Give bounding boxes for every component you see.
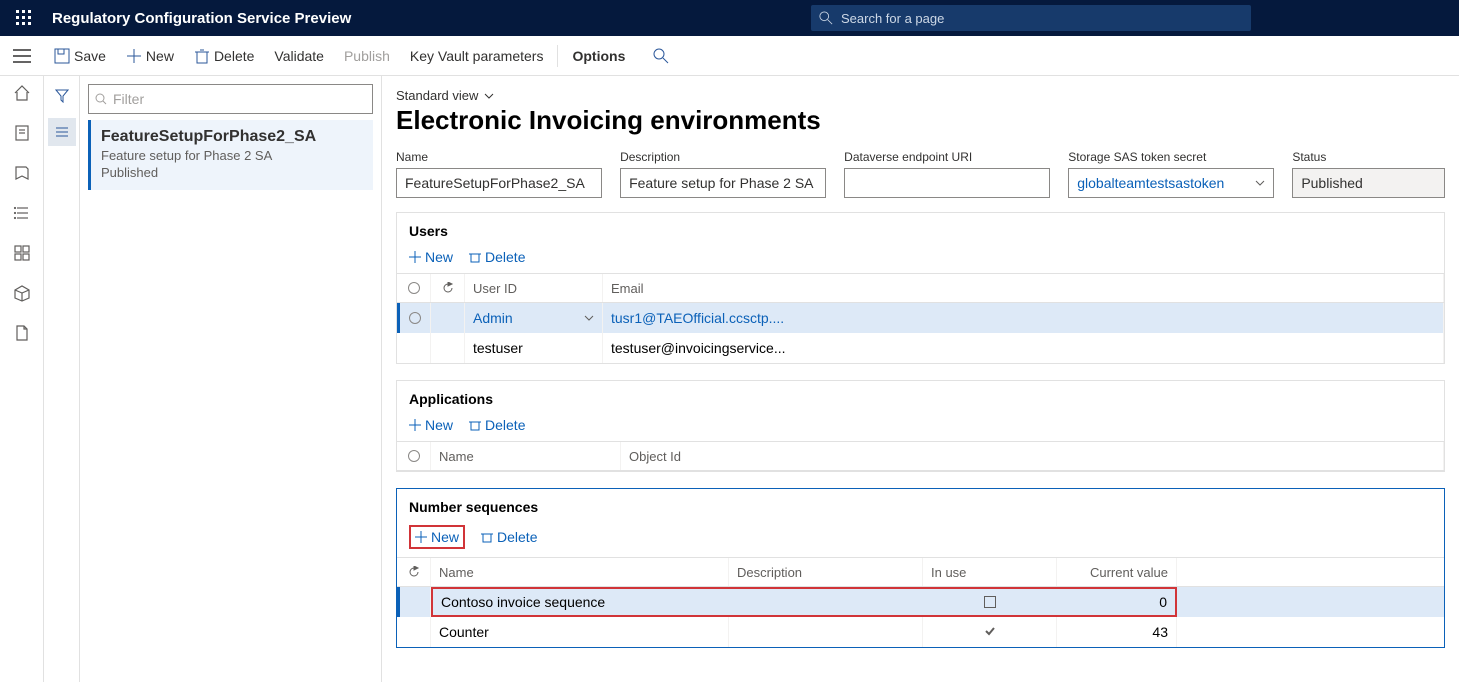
- validate-button[interactable]: Validate: [264, 36, 334, 75]
- users-delete-button[interactable]: Delete: [469, 249, 525, 265]
- status-field: Published: [1292, 168, 1445, 198]
- users-grid-header: User ID Email: [397, 273, 1444, 303]
- table-row[interactable]: Admin tusr1@TAEOfficial.ccsctp....: [397, 303, 1444, 333]
- applications-panel-title: Applications: [397, 381, 1444, 417]
- sub-rail: [44, 76, 80, 682]
- main-content: Standard view Electronic Invoicing envir…: [382, 76, 1459, 682]
- dataverse-label: Dataverse endpoint URI: [844, 150, 1050, 164]
- list-item-state: Published: [101, 165, 363, 180]
- list-toggle[interactable]: [48, 118, 76, 146]
- app-name-header[interactable]: Name: [431, 442, 621, 470]
- users-new-button[interactable]: New: [409, 249, 453, 265]
- table-row[interactable]: Counter 43: [397, 617, 1444, 647]
- list-item[interactable]: FeatureSetupForPhase2_SA Feature setup f…: [88, 120, 373, 190]
- list-panel: Filter FeatureSetupForPhase2_SA Feature …: [80, 76, 382, 682]
- plus-icon: [409, 419, 421, 431]
- chevron-down-icon[interactable]: [584, 313, 594, 323]
- save-icon: [54, 48, 70, 64]
- refresh-icon[interactable]: [408, 566, 420, 578]
- filter-toggle[interactable]: [48, 82, 76, 110]
- list-icon[interactable]: [13, 204, 31, 222]
- global-search[interactable]: Search for a page: [811, 5, 1251, 31]
- search-icon: [95, 93, 107, 105]
- search-placeholder: Search for a page: [841, 11, 944, 26]
- hamburger-icon[interactable]: [0, 36, 44, 75]
- in-use-check-icon: [984, 624, 996, 640]
- list-item-subtitle: Feature setup for Phase 2 SA: [101, 148, 363, 163]
- trash-icon: [469, 419, 481, 431]
- apps-grid-header: Name Object Id: [397, 441, 1444, 471]
- applications-panel: Applications New Delete Name Object Id: [396, 380, 1445, 472]
- apps-new-button[interactable]: New: [409, 417, 453, 433]
- apps-delete-button[interactable]: Delete: [469, 417, 525, 433]
- left-navigation-rail: [0, 76, 44, 682]
- page-title: Electronic Invoicing environments: [396, 105, 1445, 136]
- status-label: Status: [1292, 150, 1445, 164]
- numseq-grid-header: Name Description In use Current value: [397, 557, 1444, 587]
- recent-icon[interactable]: [13, 124, 31, 142]
- row-radio[interactable]: [409, 312, 421, 324]
- users-panel: Users New Delete User ID Email Admin tus…: [396, 212, 1445, 364]
- select-all-radio[interactable]: [408, 450, 420, 462]
- view-selector[interactable]: Standard view: [396, 88, 1445, 103]
- table-row[interactable]: Contoso invoice sequence 0: [397, 587, 1444, 617]
- table-row[interactable]: testuser testuser@invoicingservice...: [397, 333, 1444, 363]
- module-icon[interactable]: [13, 244, 31, 262]
- package-icon[interactable]: [13, 284, 31, 302]
- delete-button[interactable]: Delete: [184, 36, 264, 75]
- number-sequences-title: Number sequences: [397, 489, 1444, 525]
- plus-icon: [409, 251, 421, 263]
- publish-button: Publish: [334, 36, 400, 75]
- in-use-checkbox[interactable]: [984, 596, 996, 608]
- top-bar: Regulatory Configuration Service Preview…: [0, 0, 1459, 36]
- list-item-title: FeatureSetupForPhase2_SA: [101, 128, 363, 146]
- document-icon[interactable]: [13, 324, 31, 342]
- seq-inuse-header[interactable]: In use: [923, 558, 1057, 586]
- save-button[interactable]: Save: [44, 36, 116, 75]
- chevron-down-icon: [1255, 178, 1265, 188]
- waffle-icon[interactable]: [8, 10, 40, 26]
- email-header[interactable]: Email: [603, 274, 1444, 302]
- seq-desc-header[interactable]: Description: [729, 558, 923, 586]
- description-field[interactable]: Feature setup for Phase 2 SA: [620, 168, 826, 198]
- chevron-down-icon: [484, 91, 494, 101]
- object-id-header[interactable]: Object Id: [621, 442, 1444, 470]
- home-icon[interactable]: [13, 84, 31, 102]
- sas-label: Storage SAS token secret: [1068, 150, 1274, 164]
- user-id-header[interactable]: User ID: [465, 274, 603, 302]
- options-button[interactable]: Options: [562, 36, 635, 75]
- numseq-new-button[interactable]: New: [409, 525, 465, 549]
- number-sequences-panel: Number sequences New Delete Name Descrip…: [396, 488, 1445, 648]
- search-icon: [819, 11, 833, 25]
- search-icon: [653, 48, 669, 64]
- trash-icon: [469, 251, 481, 263]
- trash-icon: [194, 48, 210, 64]
- divider: [557, 45, 558, 67]
- refresh-icon[interactable]: [442, 282, 454, 294]
- trash-icon: [481, 531, 493, 543]
- app-title: Regulatory Configuration Service Preview: [52, 10, 351, 27]
- page-search-button[interactable]: [643, 36, 683, 75]
- key-vault-button[interactable]: Key Vault parameters: [400, 36, 554, 75]
- plus-icon: [415, 531, 427, 543]
- select-all-radio[interactable]: [408, 282, 420, 294]
- action-bar: Save New Delete Validate Publish Key Vau…: [0, 36, 1459, 76]
- dataverse-field[interactable]: [844, 168, 1050, 198]
- description-label: Description: [620, 150, 826, 164]
- favorites-icon[interactable]: [13, 164, 31, 182]
- new-button[interactable]: New: [116, 36, 184, 75]
- name-field[interactable]: FeatureSetupForPhase2_SA: [396, 168, 602, 198]
- filter-input[interactable]: Filter: [88, 84, 373, 114]
- name-label: Name: [396, 150, 602, 164]
- numseq-delete-button[interactable]: Delete: [481, 525, 537, 549]
- seq-value-header[interactable]: Current value: [1057, 558, 1177, 586]
- seq-name-header[interactable]: Name: [431, 558, 729, 586]
- sas-field[interactable]: globalteamtestsastoken: [1068, 168, 1274, 198]
- users-panel-title: Users: [397, 213, 1444, 249]
- plus-icon: [126, 48, 142, 64]
